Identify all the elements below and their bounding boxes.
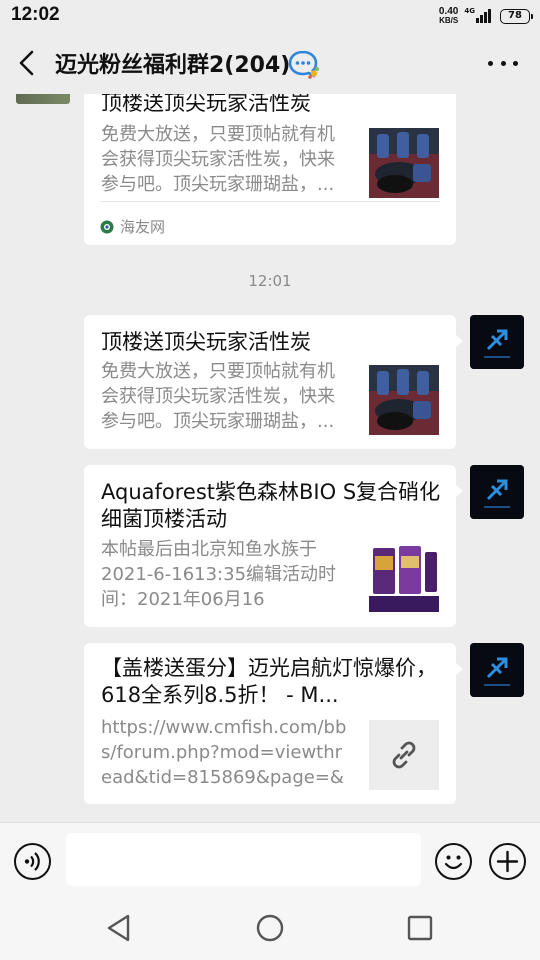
avatar[interactable] bbox=[470, 643, 524, 697]
card-thumbnail bbox=[369, 542, 439, 612]
emoji-icon bbox=[444, 855, 463, 870]
chat-title: 迈光粉丝福利群2(204) bbox=[55, 53, 291, 78]
card-thumbnail bbox=[369, 128, 439, 198]
voice-button[interactable] bbox=[14, 843, 51, 880]
product-image bbox=[369, 542, 439, 612]
network-type: 4G bbox=[464, 7, 475, 15]
chat-bubble-icon bbox=[288, 50, 319, 79]
nav-home-button[interactable] bbox=[254, 912, 286, 944]
sagittarius-logo-icon bbox=[470, 643, 524, 697]
battery-level: 78 bbox=[508, 9, 522, 21]
avatar[interactable] bbox=[470, 315, 524, 369]
nav-recents-icon bbox=[407, 915, 433, 941]
card-title: Aquaforest紫色森林BIO S复合硝化细菌顶楼活动 bbox=[101, 480, 441, 531]
emoji-button[interactable] bbox=[435, 843, 472, 880]
nav-back-button[interactable] bbox=[104, 912, 136, 944]
voice-icon bbox=[24, 852, 40, 871]
nav-back-icon bbox=[107, 914, 130, 942]
status-indicators: 0.40 KB/S 4G 78 bbox=[438, 6, 533, 26]
status-bar: 12:02 0.40 KB/S 4G 78 bbox=[0, 0, 540, 32]
battery-icon: 78 bbox=[500, 8, 533, 24]
chat-header: 迈光粉丝福利群2(204) bbox=[0, 32, 540, 94]
plus-button[interactable] bbox=[489, 843, 526, 880]
back-button[interactable] bbox=[12, 46, 46, 80]
avatar[interactable] bbox=[16, 94, 70, 104]
card-description: https://www.cmfish.com/bbs/forum.php?mod… bbox=[101, 717, 347, 788]
nav-home-icon bbox=[256, 914, 284, 942]
back-arrow-icon bbox=[19, 50, 34, 76]
status-time: 12:02 bbox=[11, 4, 60, 25]
network-speed: 0.40 KB/S bbox=[438, 6, 459, 26]
card-title: 【盖楼送蛋分】迈光启航灯惊爆价，618全系列8.5折！ - M... bbox=[101, 656, 437, 707]
card-divider bbox=[100, 201, 440, 202]
link-thumbnail bbox=[369, 720, 439, 790]
card-description: 免费大放送，只要顶帖就有机会获得顶尖玩家活性炭，快来参与吧。顶尖玩家珊瑚盐，..… bbox=[101, 361, 335, 432]
card-description: 本帖最后由北京知鱼水族于2021-6-1613:35编辑活动时间：2021年06… bbox=[101, 539, 337, 610]
link-icon bbox=[392, 741, 416, 769]
message-input-bar bbox=[0, 822, 540, 898]
signal-icon bbox=[476, 9, 492, 23]
more-icon bbox=[488, 60, 493, 66]
source-logo-icon bbox=[100, 220, 114, 233]
system-navigation-bar bbox=[0, 898, 540, 960]
link-card-message[interactable]: Aquaforest紫色森林BIO S复合硝化细菌顶楼活动 本帖最后由北京知鱼水… bbox=[84, 465, 463, 627]
plus-icon bbox=[496, 850, 519, 873]
card-description: 免费大放送，只要顶帖就有机会获得顶尖玩家活性炭，快来参与吧。顶尖玩家珊瑚盐，..… bbox=[101, 124, 335, 195]
sagittarius-logo-icon bbox=[470, 465, 524, 519]
sagittarius-logo-icon bbox=[470, 315, 524, 369]
link-card-message[interactable]: 【盖楼送蛋分】迈光启航灯惊爆价，618全系列8.5折！ - M... https… bbox=[84, 643, 463, 804]
network-speed-value: 0.40 bbox=[438, 6, 459, 17]
nav-recents-button[interactable] bbox=[404, 912, 436, 944]
source-name: 海友网 bbox=[120, 218, 166, 236]
timestamp: 12:01 bbox=[248, 272, 292, 290]
network-speed-unit: KB/S bbox=[439, 16, 459, 25]
card-title: 顶楼送顶尖玩家活性炭 bbox=[101, 94, 311, 115]
more-button[interactable] bbox=[488, 54, 518, 72]
chat-message-list[interactable]: 顶楼送顶尖玩家活性炭 免费大放送，只要顶帖就有机会获得顶尖玩家活性炭，快来参与吧… bbox=[0, 94, 540, 822]
card-title: 顶楼送顶尖玩家活性炭 bbox=[101, 330, 311, 354]
card-thumbnail bbox=[369, 365, 439, 435]
link-card-message[interactable]: 顶楼送顶尖玩家活性炭 免费大放送，只要顶帖就有机会获得顶尖玩家活性炭，快来参与吧… bbox=[84, 94, 456, 245]
link-card-message[interactable]: 顶楼送顶尖玩家活性炭 免费大放送，只要顶帖就有机会获得顶尖玩家活性炭，快来参与吧… bbox=[84, 315, 463, 449]
message-input[interactable] bbox=[66, 833, 421, 886]
product-image bbox=[369, 128, 439, 198]
avatar[interactable] bbox=[470, 465, 524, 519]
card-source: 海友网 bbox=[100, 216, 165, 237]
product-image bbox=[369, 365, 439, 435]
